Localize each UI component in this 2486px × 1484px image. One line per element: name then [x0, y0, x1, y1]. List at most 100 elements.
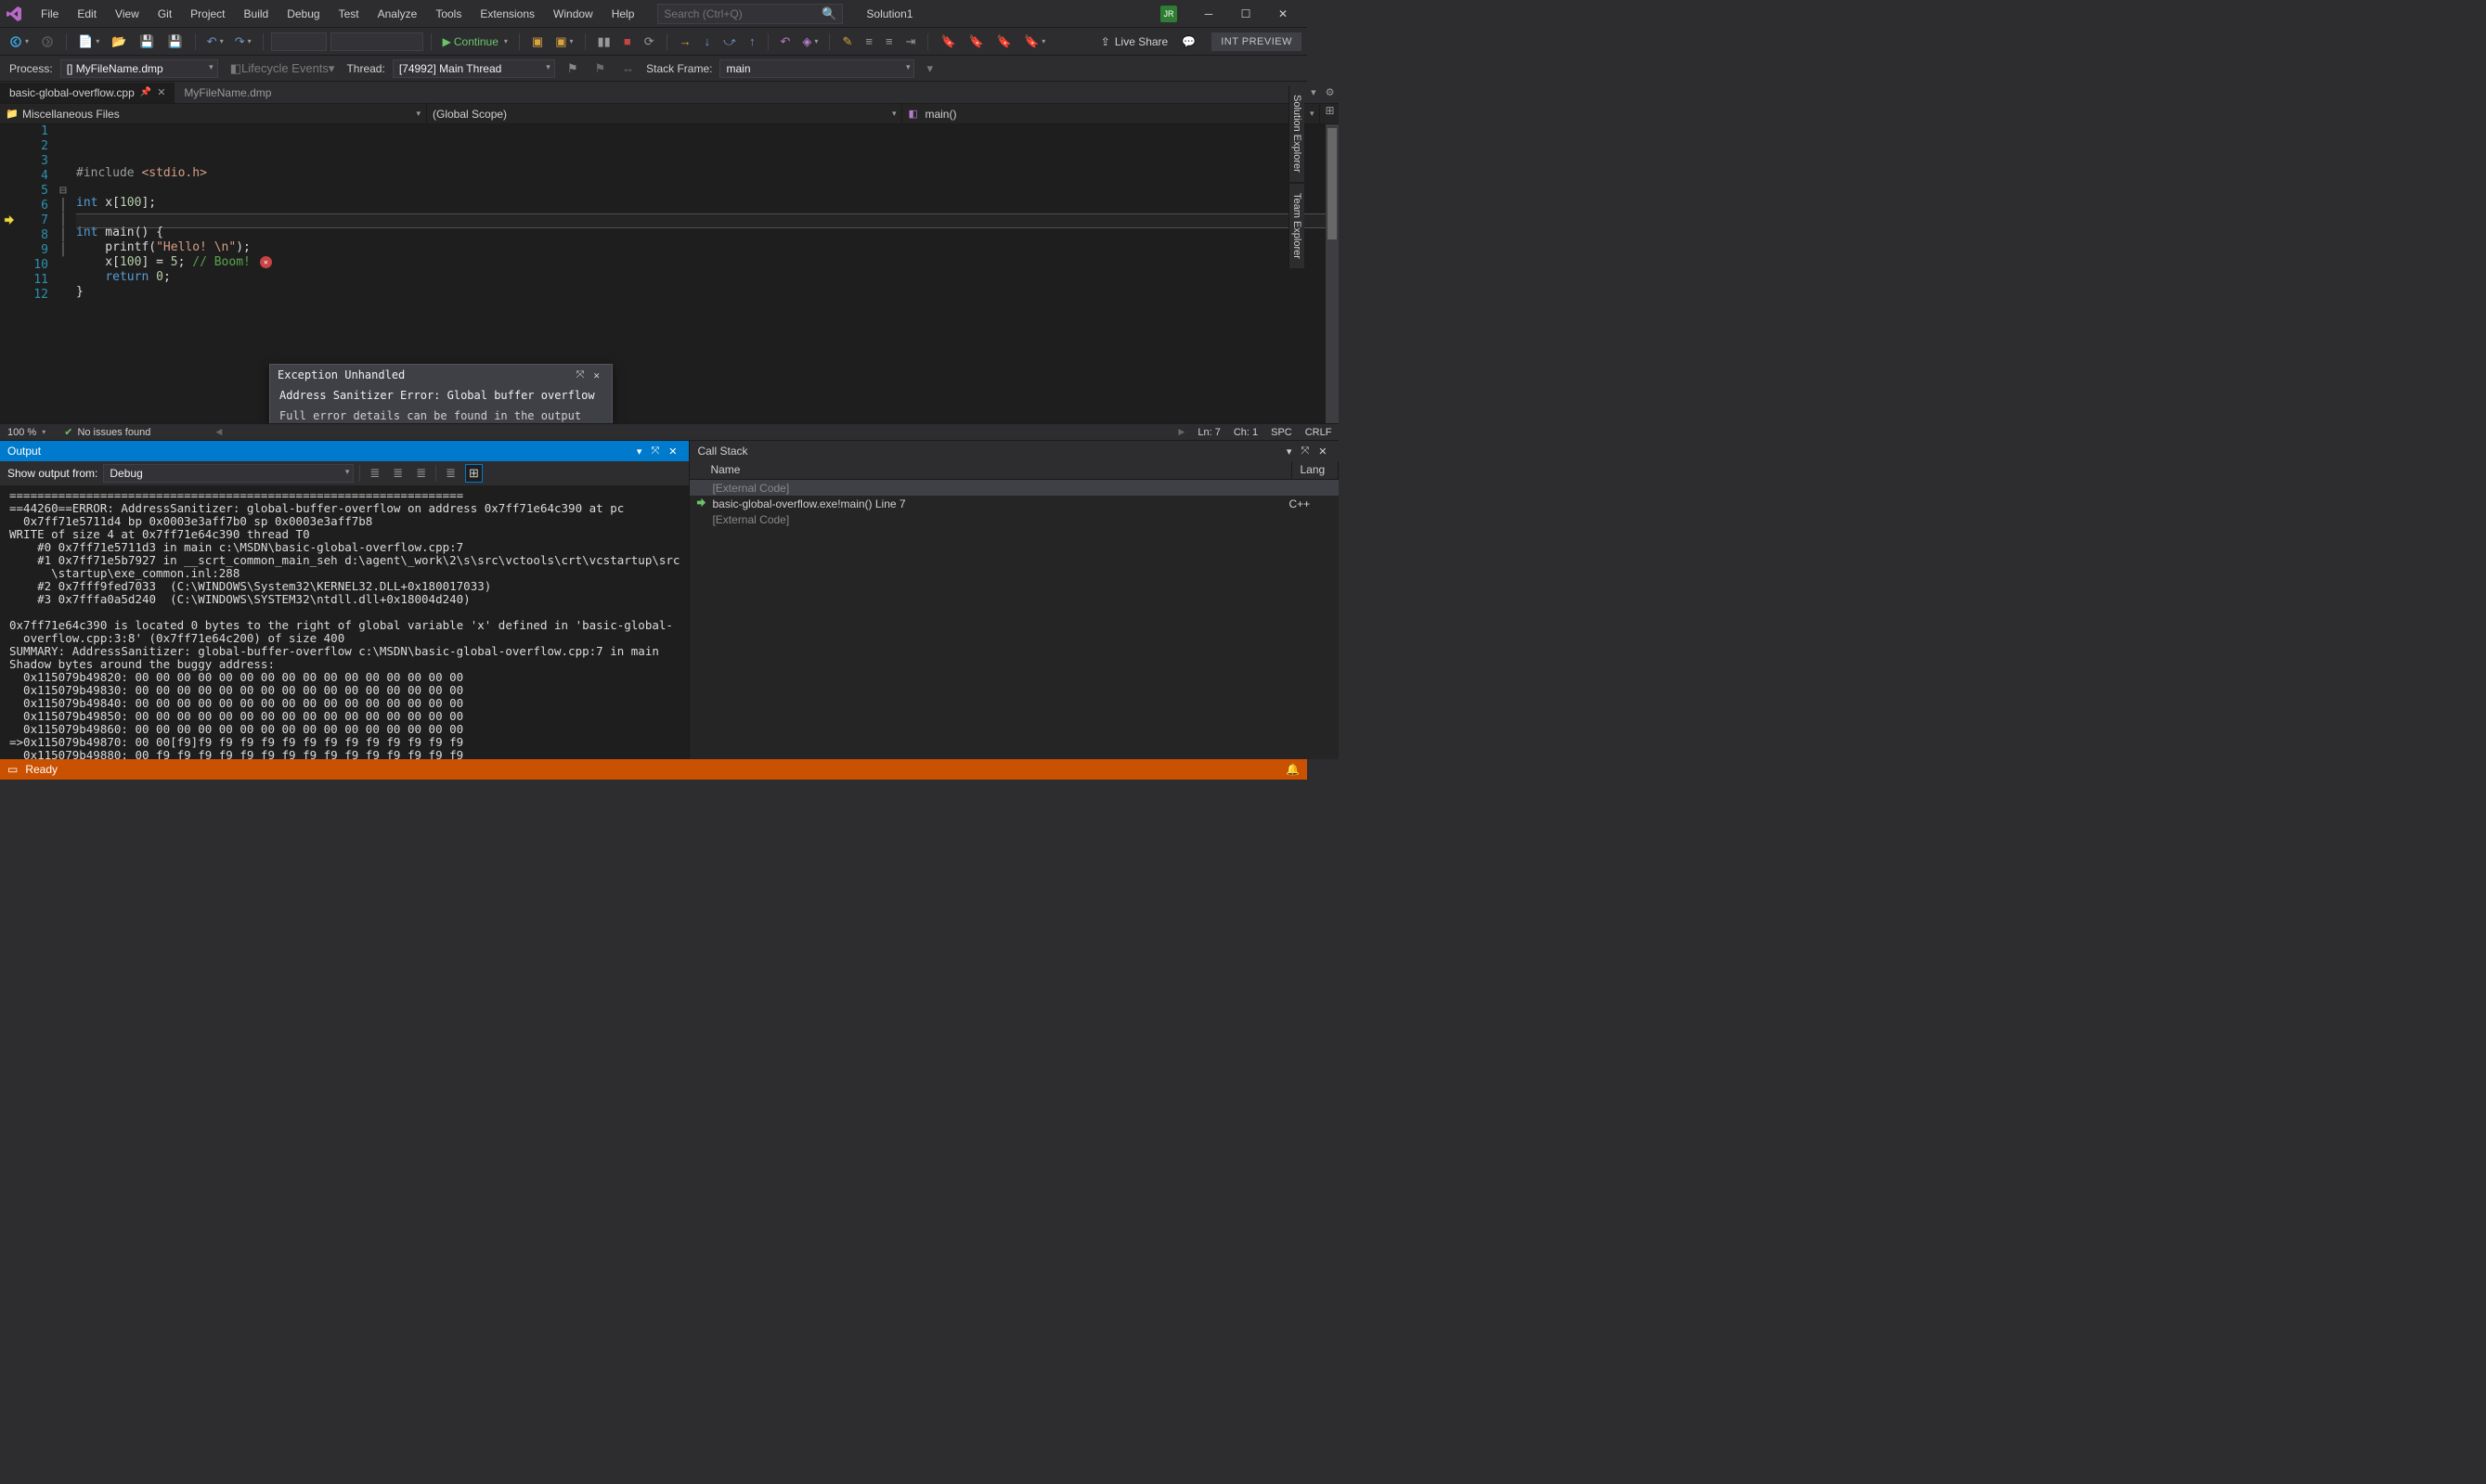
menu-test[interactable]: Test	[330, 2, 369, 26]
callstack-row[interactable]: [External Code]	[690, 511, 1339, 527]
step-out-icon[interactable]: ↑	[745, 32, 760, 51]
side-tab-solution-explorer[interactable]: Solution Explorer	[1288, 85, 1304, 182]
step-over-icon[interactable]: ⤻	[719, 32, 741, 52]
lifecycle-events-icon[interactable]: ◧ Lifecycle Events ▾	[226, 58, 340, 79]
intellitrace-dropdown[interactable]: ◈▾	[798, 32, 822, 51]
search-icon[interactable]: 🔍	[822, 6, 836, 21]
issues-text[interactable]: No issues found	[77, 427, 150, 438]
uncomment-icon[interactable]: ≡	[881, 32, 898, 51]
menu-extensions[interactable]: Extensions	[471, 2, 544, 26]
output-dropdown-icon[interactable]: ▾	[632, 445, 647, 458]
callstack-row[interactable]: basic-global-overflow.exe!main() Line 7C…	[690, 496, 1339, 511]
menu-project[interactable]: Project	[181, 2, 234, 26]
code-editor[interactable]: 123456789101112 ⊟││││ #include <stdio.h>…	[0, 124, 1339, 423]
step-into-icon[interactable]: ↓	[700, 32, 716, 51]
thread-combo[interactable]: [74992] Main Thread	[393, 59, 555, 78]
continue-button[interactable]: ▶Continue▾	[439, 33, 511, 50]
highlight-icon[interactable]: ✎	[837, 32, 857, 52]
editor-scrollbar[interactable]	[1326, 124, 1339, 423]
menu-tools[interactable]: Tools	[426, 2, 471, 26]
minimize-button[interactable]: ─	[1190, 7, 1227, 20]
line-indicator[interactable]: Ln: 7	[1198, 427, 1220, 438]
live-share-icon[interactable]: ⇪	[1101, 35, 1110, 48]
callstack-close-icon[interactable]: ✕	[1314, 445, 1331, 458]
thread-tool-icon[interactable]: ⚑	[589, 58, 610, 79]
output-source-combo[interactable]: Debug	[103, 464, 354, 483]
callstack-pin-icon[interactable]: ⤧	[1296, 445, 1314, 458]
nav-split-icon[interactable]: ⊞	[1320, 104, 1339, 123]
char-indicator[interactable]: Ch: 1	[1234, 427, 1258, 438]
output-next-icon[interactable]: ≣	[412, 464, 430, 483]
window-icon-1[interactable]: ▣	[527, 32, 548, 52]
process-combo[interactable]: [] MyFileName.dmp	[60, 59, 218, 78]
bookmark-next-icon[interactable]: 🔖	[992, 32, 1016, 52]
menu-window[interactable]: Window	[544, 2, 602, 26]
pin-icon[interactable]: 📌	[140, 87, 151, 97]
menu-debug[interactable]: Debug	[278, 2, 329, 26]
callstack-row[interactable]: [External Code]	[690, 480, 1339, 496]
stop-button[interactable]: ■	[619, 32, 636, 51]
search-input[interactable]	[664, 7, 822, 20]
notifications-icon[interactable]: 🔔	[1286, 763, 1300, 776]
redo-dropdown[interactable]: ↷▾	[231, 32, 255, 51]
output-toggle-icon[interactable]: ⊞	[465, 464, 483, 483]
callstack-rows[interactable]: [External Code]basic-global-overflow.exe…	[690, 480, 1339, 759]
stackframe-combo[interactable]: main	[719, 59, 914, 78]
nav-project-combo[interactable]: 📁 Miscellaneous Files	[0, 104, 427, 123]
close-button[interactable]: ✕	[1264, 7, 1301, 20]
menu-file[interactable]: File	[32, 2, 68, 26]
zoom-level[interactable]: 100 %	[7, 427, 36, 438]
code-lines[interactable]: #include <stdio.h>int x[100];int main() …	[76, 124, 1326, 423]
undo-dropdown[interactable]: ↶▾	[203, 32, 227, 51]
tab-gear-icon[interactable]: ⚙	[1321, 86, 1340, 98]
menu-git[interactable]: Git	[149, 2, 181, 26]
bookmark-prev-icon[interactable]: 🔖	[965, 32, 989, 52]
save-all-button[interactable]: 💾	[163, 32, 188, 52]
output-close-icon[interactable]: ✕	[664, 445, 681, 458]
feedback-icon[interactable]: 💬	[1182, 35, 1196, 48]
menu-view[interactable]: View	[106, 2, 149, 26]
window-icon-2[interactable]: ▣▾	[551, 32, 576, 51]
fold-column[interactable]: ⊟││││	[59, 124, 76, 423]
indent-icon[interactable]: ⇥	[901, 32, 921, 52]
doc-tab-inactive[interactable]: MyFileName.dmp	[175, 83, 280, 103]
output-clear-icon[interactable]: ≣	[366, 464, 383, 483]
output-pin-icon[interactable]: ⤧	[646, 445, 664, 458]
doc-tab-active[interactable]: basic-global-overflow.cpp 📌 ✕	[0, 83, 175, 103]
tab-close-icon[interactable]: ✕	[157, 86, 165, 98]
output-prev-icon[interactable]: ≣	[389, 464, 407, 483]
show-next-statement-icon[interactable]: →	[675, 32, 696, 51]
output-text[interactable]: ========================================…	[0, 485, 689, 759]
menu-analyze[interactable]: Analyze	[369, 2, 427, 26]
maximize-button[interactable]: ☐	[1227, 7, 1264, 20]
side-tab-team-explorer[interactable]: Team Explorer	[1288, 184, 1304, 268]
user-badge[interactable]: JR	[1160, 6, 1177, 22]
callstack-col-name[interactable]: Name	[703, 461, 1292, 479]
zoom-dropdown-icon[interactable]: ▾	[42, 428, 45, 436]
h-scroll-left-icon[interactable]: ◀	[215, 427, 222, 437]
nav-back-dropdown[interactable]: ▾	[6, 33, 32, 50]
restart-button[interactable]: ⟳	[640, 32, 659, 52]
nav-forward-button[interactable]	[36, 32, 58, 51]
nav-scope-combo[interactable]: (Global Scope)	[427, 104, 902, 123]
menu-edit[interactable]: Edit	[68, 2, 106, 26]
nav-member-combo[interactable]: ◧ main()	[902, 104, 1320, 123]
bookmark-clear-dropdown[interactable]: 🔖▾	[1020, 32, 1049, 51]
output-wrap-icon[interactable]: ≣	[442, 464, 460, 483]
search-box[interactable]: 🔍	[657, 4, 843, 24]
h-scroll-right-icon[interactable]: ▶	[1178, 427, 1185, 437]
thread-tool2-icon[interactable]: ↔	[617, 58, 639, 78]
bookmark-icon[interactable]: 🔖	[936, 32, 960, 52]
menu-build[interactable]: Build	[235, 2, 278, 26]
callstack-dropdown-icon[interactable]: ▾	[1282, 445, 1297, 458]
comment-icon[interactable]: ≡	[861, 32, 877, 51]
new-item-dropdown[interactable]: 📄▾	[74, 32, 103, 51]
lineend-indicator[interactable]: CRLF	[1305, 427, 1332, 438]
save-button[interactable]: 💾	[135, 32, 159, 52]
exception-pin-icon[interactable]: ⤧	[572, 368, 589, 381]
open-folder-button[interactable]: 📂	[107, 32, 131, 52]
thread-flag-icon[interactable]: ⚑	[563, 58, 583, 79]
callstack-col-lang[interactable]: Lang	[1292, 461, 1339, 479]
debugbar-overflow-icon[interactable]: ▾	[922, 58, 938, 79]
exception-close-icon[interactable]: ✕	[589, 369, 604, 381]
